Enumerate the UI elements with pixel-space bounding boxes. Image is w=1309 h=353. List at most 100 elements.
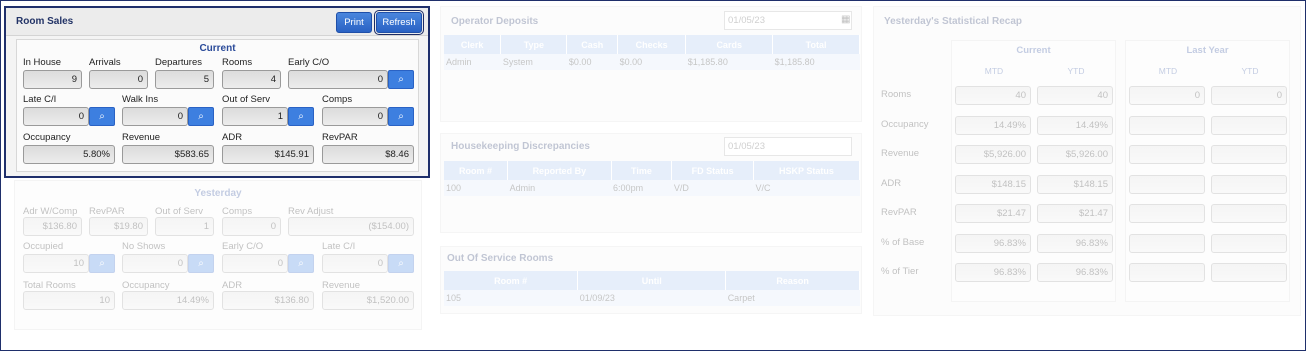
- rooms-field: 4: [222, 70, 281, 89]
- column-header: Cards: [685, 35, 774, 54]
- yest-late-ci-search-button[interactable]: ⌕: [388, 254, 414, 273]
- table-cell: 01/09/23: [577, 290, 726, 306]
- revpar-field: $8.46: [322, 145, 414, 164]
- recap-current-ytd-field: $21.47: [1037, 204, 1113, 223]
- yest-late-ci-label: Late C/I: [322, 241, 356, 252]
- yest-comps-label: Comps: [222, 206, 253, 217]
- yest-comps-field: 0: [222, 217, 281, 236]
- adr-field: $145.91: [222, 145, 314, 164]
- comps-field: 0: [322, 107, 388, 126]
- table-cell: $0.00: [617, 54, 686, 70]
- housekeeping-date-input[interactable]: 01/05/23: [724, 137, 852, 156]
- refresh-button[interactable]: Refresh: [374, 10, 424, 35]
- table-cell: $0.00: [566, 54, 618, 70]
- table-cell: 105: [444, 290, 578, 306]
- operator-deposits-title: Operator Deposits: [451, 16, 539, 27]
- table-cell: Carpet: [725, 290, 860, 306]
- early-co-label: Early C/O: [288, 57, 330, 68]
- table-cell: System: [500, 54, 567, 70]
- out-of-serv-search-button[interactable]: ⌕: [288, 107, 314, 126]
- column-header: Time: [611, 161, 673, 180]
- table-row[interactable]: 105 01/09/23 Carpet: [444, 290, 860, 306]
- occupied-field: 10: [23, 254, 89, 273]
- yesterday-title: Yesterday: [194, 188, 242, 199]
- recap-row-label: Revenue: [881, 148, 920, 159]
- late-ci-search-button[interactable]: ⌕: [89, 107, 115, 126]
- in-house-field: 9: [23, 70, 82, 89]
- table-cell: Admin: [507, 180, 612, 196]
- magnifier-icon: ⌕: [398, 111, 404, 122]
- yest-early-co-field: 0: [222, 254, 288, 273]
- recap-ly-ytd-field: [1211, 204, 1287, 223]
- adr-label: ADR: [222, 132, 243, 143]
- out-of-service-table: Room # Until Reason 105 01/09/23 Carpet: [444, 271, 860, 306]
- recap-ly-mtd-field: [1129, 145, 1205, 164]
- in-house-label: In House: [23, 57, 62, 68]
- early-co-search-button[interactable]: ⌕: [388, 70, 414, 89]
- walk-ins-search-button[interactable]: ⌕: [188, 107, 214, 126]
- column-header: HSKP Status: [753, 161, 861, 180]
- operator-deposits-date-input[interactable]: 01/05/23: [724, 11, 852, 30]
- comps-search-button[interactable]: ⌕: [388, 107, 414, 126]
- magnifier-icon: ⌕: [298, 111, 304, 122]
- table-row[interactable]: 100 Admin 6:00pm V/D V/C: [444, 180, 860, 196]
- operator-deposits-table: Clerk Type Cash Checks Cards Total Admin System…: [444, 35, 860, 70]
- column-header: FD Status: [671, 161, 754, 180]
- recap-current-mtd-field: 40: [955, 86, 1031, 105]
- walk-ins-label: Walk Ins: [122, 94, 159, 105]
- column-header: Room #: [444, 161, 509, 180]
- occupied-search-button[interactable]: ⌕: [89, 254, 115, 273]
- recap-current-ytd: YTD: [1067, 66, 1085, 76]
- recap-current-header: Current: [1016, 45, 1051, 56]
- room-sales-title: Room Sales: [16, 16, 74, 27]
- yest-revpar-label: RevPAR: [89, 206, 125, 217]
- recap-current-mtd-field: $148.15: [955, 174, 1031, 194]
- table-cell: 6:00pm: [611, 180, 672, 196]
- recap-ly-ytd-field: [1211, 115, 1287, 135]
- out-of-service-title: Out Of Service Rooms: [447, 253, 554, 264]
- recap-row-label: ADR: [881, 177, 902, 189]
- rev-adjust-field: ($154.00): [288, 217, 414, 236]
- yest-occupancy-label: Occupancy: [122, 280, 170, 291]
- recap-current-ytd-field: 40: [1037, 86, 1113, 105]
- recap-current-ytd-field: 14.49%: [1037, 115, 1113, 135]
- rooms-label: Rooms: [222, 57, 253, 68]
- occupancy-label: Occupancy: [23, 132, 71, 143]
- magnifier-icon: ⌕: [398, 74, 404, 85]
- arrivals-label: Arrivals: [89, 57, 121, 68]
- magnifier-icon: ⌕: [298, 258, 304, 269]
- departures-field: 5: [155, 70, 214, 89]
- magnifier-icon: ⌕: [198, 258, 204, 269]
- column-header: Reported By: [507, 161, 612, 180]
- table-cell: V/D: [671, 180, 754, 196]
- yest-early-co-label: Early C/O: [222, 241, 264, 252]
- no-shows-field: 0: [122, 254, 188, 273]
- recap-ly-ytd-field: [1211, 145, 1287, 164]
- total-rooms-label: Total Rooms: [23, 280, 76, 291]
- recap-row-label: % of Base: [881, 236, 925, 248]
- recap-current-ytd-field: $148.15: [1037, 174, 1113, 194]
- column-header: Checks: [617, 35, 687, 54]
- table-row[interactable]: Admin System $0.00 $0.00 $1,185.80 $1,185.80: [444, 54, 860, 70]
- comps-label: Comps: [322, 94, 353, 105]
- housekeeping-title: Housekeeping Discrepancies: [451, 141, 590, 152]
- yest-early-co-search-button[interactable]: ⌕: [288, 254, 314, 273]
- recap-row-label: Occupancy: [881, 118, 929, 130]
- print-button[interactable]: Print: [336, 12, 372, 33]
- recap-current-ytd-field: $5,926.00: [1037, 145, 1113, 164]
- recap-current-mtd: MTD: [984, 66, 1004, 76]
- rev-adjust-label: Rev Adjust: [288, 206, 334, 217]
- calendar-icon[interactable]: ▦: [841, 14, 850, 25]
- recap-ly-ytd: YTD: [1241, 66, 1259, 76]
- adr-wcomp-label: Adr W/Comp: [23, 206, 78, 217]
- no-shows-search-button[interactable]: ⌕: [188, 254, 214, 273]
- current-title: Current: [199, 43, 236, 54]
- recap-ly-ytd-field: [1211, 263, 1287, 282]
- yest-occupancy-field: 14.49%: [122, 291, 214, 310]
- recap-ly-ytd-field: [1211, 174, 1287, 194]
- magnifier-icon: ⌕: [198, 111, 204, 122]
- column-header: Room #: [444, 271, 579, 290]
- yest-revenue-label: Revenue: [322, 280, 361, 291]
- occupied-label: Occupied: [23, 241, 64, 252]
- magnifier-icon: ⌕: [398, 258, 404, 269]
